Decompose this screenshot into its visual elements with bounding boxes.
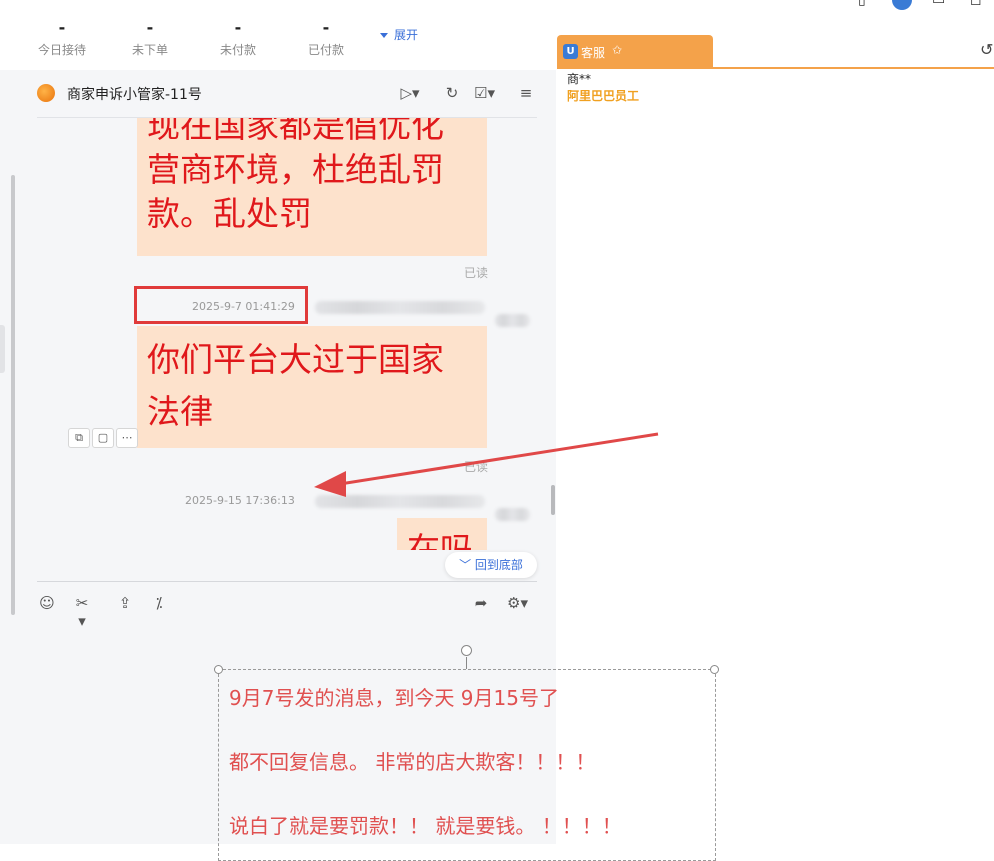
rotate-handle-line: [466, 657, 467, 669]
tab-label: 客服: [581, 46, 606, 60]
customer-organization: 阿里巴巴员工: [567, 89, 640, 103]
resize-handle[interactable]: [214, 665, 223, 674]
shield-icon: U: [563, 44, 578, 59]
tab-underline: [557, 67, 994, 69]
tab-customer-service[interactable]: U 客服 ✩: [557, 35, 713, 67]
rotate-handle[interactable]: [461, 645, 472, 656]
customer-name: 商**: [567, 72, 592, 86]
refresh-icon[interactable]: ↺: [980, 40, 993, 59]
annotation-line: 9月7号发的消息，到今天 9月15号了: [229, 686, 559, 710]
pin-icon[interactable]: ✩: [612, 43, 622, 57]
resize-handle[interactable]: [710, 665, 719, 674]
annotation-line: 说白了就是要罚款！！ 就是要钱。 ！！！！: [229, 814, 622, 838]
annotation-line: 都不回复信息。 非常的店大欺客！！！！: [229, 750, 596, 774]
annotation-text-box[interactable]: 9月7号发的消息，到今天 9月15号了 都不回复信息。 非常的店大欺客！！！！ …: [218, 669, 716, 861]
